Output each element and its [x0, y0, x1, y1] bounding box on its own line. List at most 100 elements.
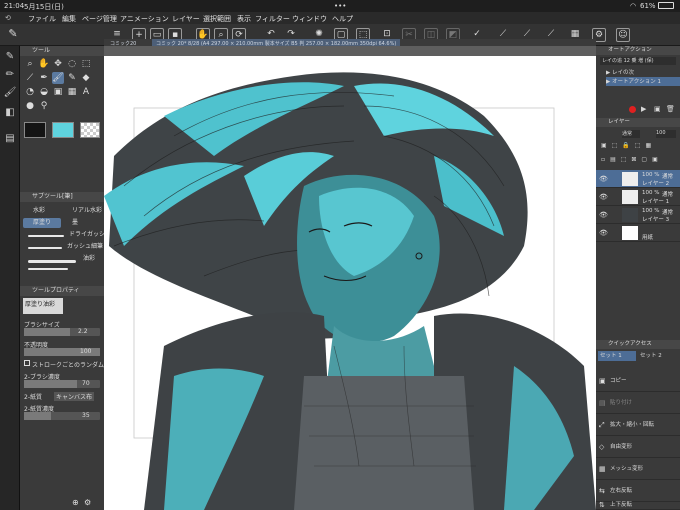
- visibility-eye-icon[interactable]: 👁: [599, 211, 608, 219]
- pencil-icon[interactable]: ✏: [3, 68, 17, 82]
- brush-size-slider[interactable]: [24, 328, 100, 336]
- pen-tool-icon[interactable]: ✒: [38, 72, 50, 84]
- airbrush-tool-icon[interactable]: ✎: [66, 72, 78, 84]
- scale-icon: ⤢: [599, 421, 605, 429]
- auto-action-set-select[interactable]: レイの追 12 乗 増 (保): [600, 57, 676, 65]
- menu-page[interactable]: ページ管理: [82, 14, 117, 24]
- brush-stroke-preview: [28, 235, 64, 237]
- auto-action-item[interactable]: ▶ レイの次: [606, 68, 634, 76]
- menu-view[interactable]: 表示: [237, 14, 251, 24]
- quick-flip-vertical[interactable]: ⇅ 上下反転: [596, 500, 680, 510]
- eyedropper-tool-icon[interactable]: ⟋: [24, 72, 36, 84]
- quick-mesh-transform[interactable]: ▦ メッシュ変形: [596, 458, 680, 480]
- brush-tool-icon[interactable]: 🖌: [52, 72, 64, 84]
- right-panel: オートアクション レイの追 12 乗 増 (保) ▶ レイの次 ▶ オートアクシ…: [596, 46, 680, 510]
- menu-animation[interactable]: アニメーション: [120, 14, 169, 24]
- layer-thumbnail: [622, 172, 638, 186]
- add-property-icon[interactable]: ⊕: [72, 498, 79, 507]
- layer-thumbnail: [622, 226, 638, 240]
- paper-texture-select[interactable]: キャンバス布: [54, 392, 95, 401]
- menu-selection[interactable]: 選択範囲: [203, 14, 231, 24]
- eraser-tool-icon[interactable]: ◆: [80, 72, 92, 84]
- free-transform-icon: ◇: [599, 443, 605, 451]
- menu-edit[interactable]: 編集: [62, 14, 76, 24]
- multitask-dots[interactable]: •••: [334, 2, 346, 10]
- brush-stroke-preview: [28, 247, 62, 249]
- blend-mode-select[interactable]: 通常: [622, 130, 640, 138]
- menu-filter[interactable]: フィルター: [255, 14, 290, 24]
- transparent-color-swatch[interactable]: [80, 122, 100, 138]
- pen-mode-icon[interactable]: ✎: [6, 28, 20, 42]
- app-logo-icon[interactable]: ⟲: [5, 14, 11, 22]
- zoom-tool-icon[interactable]: ⌕: [24, 58, 36, 70]
- layer-row-3[interactable]: 👁 100 % 通常 レイヤー 3: [596, 206, 680, 224]
- gradient-tool-icon[interactable]: ▣: [52, 86, 64, 98]
- layer-thumbnail: [622, 208, 638, 222]
- hand-tool-icon[interactable]: ✋: [38, 58, 50, 70]
- auto-action-header: オートアクション: [596, 46, 680, 55]
- sub-color-swatch[interactable]: [52, 122, 74, 138]
- figure-tool-icon[interactable]: ▦: [66, 86, 78, 98]
- menu-bar: ⟲ ファイル 編集 ページ管理 アニメーション レイヤー 選択範囲 表示 フィル…: [0, 12, 680, 24]
- layer-thumbnail: [622, 190, 638, 204]
- brush-size-value: 2.2: [78, 328, 88, 335]
- quick-free-transform[interactable]: ◇ 自由変形: [596, 436, 680, 458]
- illustration-canvas[interactable]: [104, 46, 596, 510]
- property-preset: 厚塗り油彩: [23, 298, 63, 314]
- text-tool-icon[interactable]: A: [80, 86, 92, 98]
- quick-access-tab-set2[interactable]: セット 2: [638, 351, 676, 361]
- move-tool-icon[interactable]: ✥: [52, 58, 64, 70]
- layer-list-icon[interactable]: ▤: [3, 132, 17, 146]
- brush-density-value: 70: [82, 380, 90, 387]
- quick-scale-rotate[interactable]: ⤢ 拡大・縮小・回転: [596, 414, 680, 436]
- opacity-value: 100: [80, 348, 92, 355]
- eraser-icon[interactable]: ◧: [3, 106, 17, 120]
- quick-flip-horizontal[interactable]: ⇆ 左右反転: [596, 480, 680, 502]
- canvas-area[interactable]: [104, 46, 596, 510]
- quick-paste[interactable]: ▤ 貼り付け: [596, 392, 680, 414]
- layer-row-1[interactable]: 👁 100 % 通常 レイヤー 1: [596, 188, 680, 206]
- select-tool-icon[interactable]: ⬚: [80, 58, 92, 70]
- quick-access-tab-set1[interactable]: セット 1: [598, 351, 636, 361]
- auto-action-item-selected[interactable]: ▶ オートアクション 1: [606, 77, 680, 86]
- pen-icon[interactable]: ✎: [3, 50, 17, 64]
- visibility-eye-icon[interactable]: 👁: [599, 175, 608, 183]
- menu-layer[interactable]: レイヤー: [172, 14, 200, 24]
- main-color-swatch[interactable]: [24, 122, 46, 138]
- correction-tool-icon[interactable]: ⚲: [38, 100, 50, 112]
- fill-tool-icon[interactable]: ◒: [38, 86, 50, 98]
- brush-icon[interactable]: 🖌: [3, 86, 17, 100]
- blend-tool-icon[interactable]: ◔: [24, 86, 36, 98]
- layer-action-icons[interactable]: ▫▤⬚⊠▢▣: [601, 156, 663, 163]
- layer-option-icons[interactable]: ▣⬚🔒⬚▦: [601, 142, 656, 149]
- subtool-header: サブツール[筆]: [20, 192, 104, 202]
- subtool-ink[interactable]: 墨: [62, 218, 102, 228]
- record-button[interactable]: [629, 106, 636, 113]
- battery-icon: [658, 2, 674, 9]
- account-icon[interactable]: ☺: [616, 28, 630, 42]
- stroke-random-checkbox[interactable]: [24, 360, 30, 366]
- delete-action-icon[interactable]: 🗑: [666, 105, 675, 113]
- visibility-eye-icon[interactable]: 👁: [599, 193, 608, 201]
- subtool-watercolor[interactable]: 水彩: [23, 206, 61, 216]
- status-date: 5月15日(日): [24, 3, 64, 11]
- layer-opacity-field[interactable]: 100: [656, 130, 676, 138]
- visibility-eye-icon[interactable]: 👁: [599, 229, 608, 237]
- subtool-thick-paint[interactable]: 厚塗り: [23, 218, 61, 228]
- mesh-icon: ▦: [599, 465, 606, 473]
- menu-file[interactable]: ファイル: [28, 14, 56, 24]
- ios-status-bar: 21:04 5月15日(日) ••• ◠ 61%: [0, 0, 680, 12]
- quick-copy[interactable]: ▣ コピー: [596, 370, 680, 392]
- play-icon[interactable]: ▶: [641, 105, 646, 113]
- balloon-tool-icon[interactable]: ●: [24, 100, 36, 112]
- menu-help[interactable]: ヘルプ: [332, 14, 353, 24]
- copy-action-icon[interactable]: ▣: [654, 105, 661, 113]
- layer-row-paper[interactable]: 👁 用紙: [596, 224, 680, 242]
- copy-icon: ▣: [599, 377, 606, 385]
- wrench-icon[interactable]: ⚙: [84, 498, 91, 507]
- left-command-bar: ✎ ✏ 🖌 ◧ ▤: [0, 46, 20, 510]
- menu-window[interactable]: ウィンドウ: [292, 14, 327, 24]
- subtool-real-watercolor[interactable]: リアル水彩: [62, 206, 102, 216]
- lasso-tool-icon[interactable]: ◌: [66, 58, 78, 70]
- layer-row-2[interactable]: 👁 100 % 通常 レイヤー 2: [596, 170, 680, 188]
